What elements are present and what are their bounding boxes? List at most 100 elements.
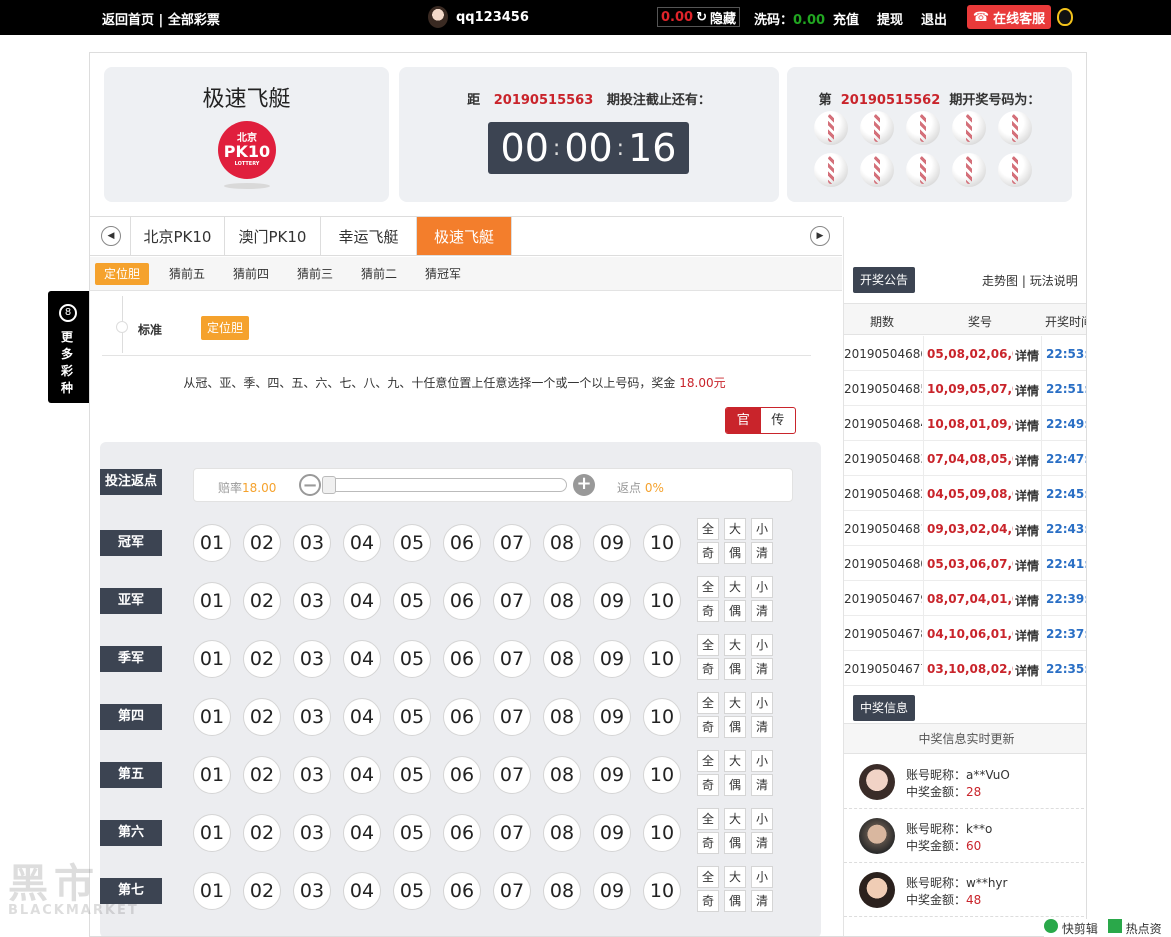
quick-select-button[interactable]: 奇	[697, 774, 719, 796]
quick-select-button[interactable]: 偶	[724, 600, 746, 622]
number-button[interactable]: 03	[293, 756, 331, 794]
number-button[interactable]: 08	[543, 756, 581, 794]
hot-news-app[interactable]: 热点资	[1107, 919, 1162, 937]
rebate-slider[interactable]	[322, 478, 567, 492]
subtab-guess-top4[interactable]: 猜前四	[224, 263, 278, 285]
quick-select-button[interactable]: 清	[751, 658, 773, 680]
quick-select-button[interactable]: 清	[751, 832, 773, 854]
number-button[interactable]: 06	[443, 872, 481, 910]
number-button[interactable]: 02	[243, 698, 281, 736]
subtab-guess-top5[interactable]: 猜前五	[160, 263, 214, 285]
tab-prev-icon[interactable]: ◀	[101, 226, 121, 246]
number-button[interactable]: 01	[193, 698, 231, 736]
number-button[interactable]: 08	[543, 814, 581, 852]
tab-next-icon[interactable]: ▶	[810, 226, 830, 246]
quick-select-button[interactable]: 大	[724, 576, 746, 598]
number-button[interactable]: 09	[593, 698, 631, 736]
all-lottery-link[interactable]: 全部彩票	[168, 13, 220, 28]
quick-select-button[interactable]: 清	[751, 542, 773, 564]
number-button[interactable]: 10	[643, 756, 681, 794]
number-button[interactable]: 06	[443, 640, 481, 678]
number-button[interactable]: 09	[593, 582, 631, 620]
quick-select-button[interactable]: 大	[724, 808, 746, 830]
quick-select-button[interactable]: 全	[697, 866, 719, 888]
subtab-guess-champion[interactable]: 猜冠军	[416, 263, 470, 285]
number-button[interactable]: 07	[493, 524, 531, 562]
subtab-guess-top2[interactable]: 猜前二	[352, 263, 406, 285]
number-button[interactable]: 03	[293, 640, 331, 678]
quick-select-button[interactable]: 偶	[724, 658, 746, 680]
more-lottery-float[interactable]: 8 更多彩种	[48, 291, 89, 403]
detail-link[interactable]: 详情	[1015, 417, 1039, 434]
number-button[interactable]: 01	[193, 640, 231, 678]
number-button[interactable]: 07	[493, 756, 531, 794]
number-button[interactable]: 07	[493, 582, 531, 620]
number-button[interactable]: 06	[443, 582, 481, 620]
withdraw-link[interactable]: 提现	[877, 9, 903, 28]
quick-select-button[interactable]: 偶	[724, 716, 746, 738]
quick-select-button[interactable]: 小	[751, 634, 773, 656]
quick-select-button[interactable]: 奇	[697, 890, 719, 912]
number-button[interactable]: 02	[243, 524, 281, 562]
number-button[interactable]: 06	[443, 756, 481, 794]
number-button[interactable]: 03	[293, 582, 331, 620]
number-button[interactable]: 01	[193, 814, 231, 852]
number-button[interactable]: 03	[293, 698, 331, 736]
number-button[interactable]: 03	[293, 872, 331, 910]
number-button[interactable]: 01	[193, 524, 231, 562]
hide-balance-button[interactable]: 隐藏	[710, 8, 736, 27]
tab-speed-boat[interactable]: 极速飞艇	[417, 217, 512, 255]
detail-link[interactable]: 详情	[1015, 452, 1039, 469]
number-button[interactable]: 01	[193, 872, 231, 910]
balance-box[interactable]: 0.00 ↻ 隐藏	[657, 7, 740, 27]
quick-select-button[interactable]: 大	[724, 866, 746, 888]
number-button[interactable]: 08	[543, 872, 581, 910]
number-button[interactable]: 07	[493, 872, 531, 910]
detail-link[interactable]: 详情	[1015, 487, 1039, 504]
tab-macau-pk10[interactable]: 澳门PK10	[225, 217, 321, 255]
number-button[interactable]: 04	[343, 582, 381, 620]
quick-select-button[interactable]: 奇	[697, 600, 719, 622]
number-button[interactable]: 09	[593, 872, 631, 910]
number-button[interactable]: 05	[393, 756, 431, 794]
number-button[interactable]: 05	[393, 814, 431, 852]
clip-app[interactable]: 快剪辑	[1044, 919, 1098, 937]
quick-select-button[interactable]: 清	[751, 716, 773, 738]
quick-select-button[interactable]: 全	[697, 750, 719, 772]
number-button[interactable]: 03	[293, 814, 331, 852]
number-button[interactable]: 10	[643, 814, 681, 852]
number-button[interactable]: 08	[543, 640, 581, 678]
quick-select-button[interactable]: 小	[751, 518, 773, 540]
play-rules-link[interactable]: 玩法说明	[1030, 274, 1078, 288]
quick-select-button[interactable]: 偶	[724, 542, 746, 564]
number-button[interactable]: 02	[243, 582, 281, 620]
user-info[interactable]: qq123456	[428, 6, 529, 28]
number-button[interactable]: 02	[243, 814, 281, 852]
number-button[interactable]: 04	[343, 524, 381, 562]
online-service-button[interactable]: ☎ 在线客服	[967, 5, 1051, 29]
detail-link[interactable]: 详情	[1015, 557, 1039, 574]
quick-select-button[interactable]: 偶	[724, 774, 746, 796]
quick-select-button[interactable]: 大	[724, 692, 746, 714]
number-button[interactable]: 10	[643, 582, 681, 620]
quick-select-button[interactable]: 清	[751, 774, 773, 796]
quick-select-button[interactable]: 小	[751, 576, 773, 598]
number-button[interactable]: 04	[343, 756, 381, 794]
quick-select-button[interactable]: 全	[697, 518, 719, 540]
tab-lucky-boat[interactable]: 幸运飞艇	[321, 217, 417, 255]
quick-select-button[interactable]: 清	[751, 890, 773, 912]
quick-select-button[interactable]: 全	[697, 692, 719, 714]
detail-link[interactable]: 详情	[1015, 522, 1039, 539]
number-button[interactable]: 06	[443, 524, 481, 562]
rebate-slider-handle[interactable]	[322, 476, 336, 494]
logout-link[interactable]: 退出	[921, 9, 947, 28]
number-button[interactable]: 10	[643, 640, 681, 678]
number-button[interactable]: 08	[543, 524, 581, 562]
quick-select-button[interactable]: 全	[697, 634, 719, 656]
number-button[interactable]: 01	[193, 582, 231, 620]
qq-icon[interactable]	[1057, 8, 1073, 26]
number-button[interactable]: 06	[443, 698, 481, 736]
quick-select-button[interactable]: 全	[697, 808, 719, 830]
number-button[interactable]: 01	[193, 756, 231, 794]
number-button[interactable]: 04	[343, 640, 381, 678]
